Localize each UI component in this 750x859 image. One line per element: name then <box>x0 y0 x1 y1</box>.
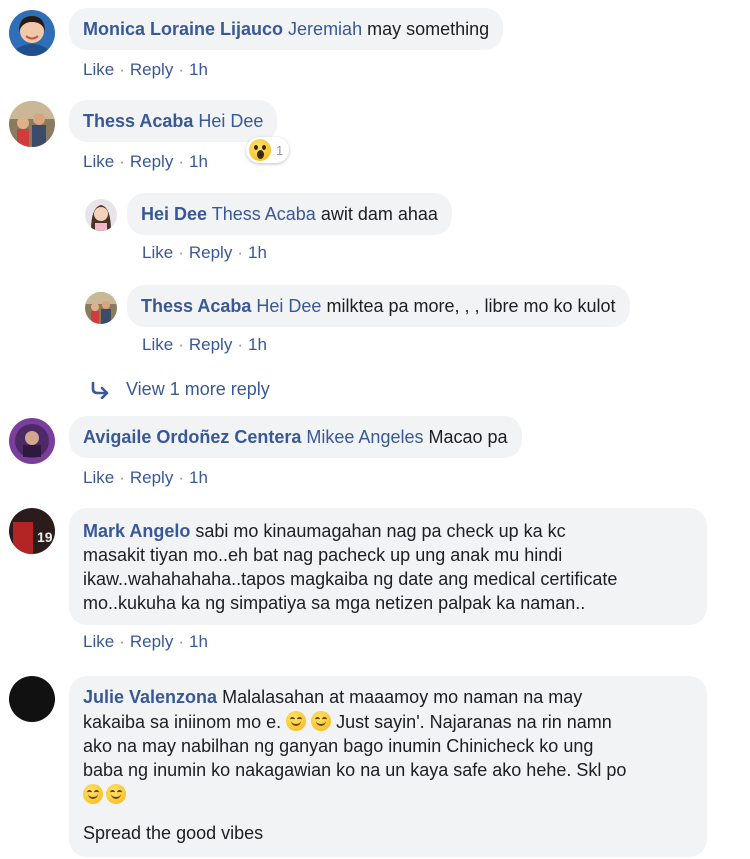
avatar[interactable]: 19 <box>9 508 55 554</box>
reply-link[interactable]: Reply <box>130 632 173 651</box>
comment-author[interactable]: Thess Acaba <box>141 296 251 316</box>
comment-actions: Like · Reply · 1h <box>83 152 208 171</box>
comment-mention[interactable]: Mikee Angeles <box>306 427 423 447</box>
reaction-badge[interactable]: 1 <box>246 137 290 163</box>
comment-mention[interactable]: Hei Dee <box>256 296 321 316</box>
comment-author[interactable]: Avigaile Ordoñez Centera <box>83 427 301 447</box>
reply-link[interactable]: Reply <box>130 60 173 79</box>
comment-text-line: Spread the good vibes <box>83 823 264 843</box>
comment-text: may something <box>367 19 490 39</box>
comment-text-line: kakaiba sa iniinom mo e. <box>83 712 282 732</box>
timestamp[interactable]: 1h <box>189 632 208 651</box>
timestamp[interactable]: 1h <box>189 60 208 79</box>
avatar[interactable] <box>9 101 55 147</box>
comment-author[interactable]: Mark Angelo <box>83 521 190 541</box>
comment-author[interactable]: Hei Dee <box>141 204 207 224</box>
timestamp[interactable]: 1h <box>248 243 267 262</box>
comment-text: milktea pa more, , , libre mo ko kulot <box>326 296 616 316</box>
svg-text:19: 19 <box>37 529 53 545</box>
comment-text-line: Just sayin'. Najaranas na rin namn <box>336 712 612 732</box>
reply-link[interactable]: Reply <box>130 468 173 487</box>
comment-bubble: Hei Dee Thess Acaba awit dam ahaa <box>127 193 452 235</box>
comment-text-line: ako na may nabilhan ng ganyan bago inumi… <box>83 736 594 756</box>
like-link[interactable]: Like <box>142 335 173 354</box>
comment-text-line: baba ng inumin ko nakagawian ko na un ka… <box>83 760 627 780</box>
like-link[interactable]: Like <box>83 152 114 171</box>
avatar[interactable] <box>9 676 55 722</box>
comment-bubble: Avigaile Ordoñez Centera Mikee Angeles M… <box>69 416 522 458</box>
view-more-label[interactable]: View 1 more reply <box>126 379 270 400</box>
comment-mention[interactable]: Jeremiah <box>288 19 362 39</box>
reply-arrow-icon <box>91 381 109 399</box>
comment-actions: Like · Reply · 1h <box>83 632 208 651</box>
timestamp[interactable]: 1h <box>248 335 267 354</box>
comment-text-line: masakit tiyan mo..eh bat nag pacheck up … <box>83 545 563 565</box>
comment-author[interactable]: Thess Acaba <box>83 111 193 131</box>
like-link[interactable]: Like <box>83 468 114 487</box>
comment-author[interactable]: Monica Loraine Lijauco <box>83 19 283 39</box>
view-more-replies-link[interactable]: View 1 more reply <box>90 379 270 400</box>
avatar[interactable] <box>85 199 117 231</box>
avatar[interactable] <box>85 292 117 324</box>
comment-author[interactable]: Julie Valenzona <box>83 687 217 707</box>
avatar[interactable] <box>9 10 55 56</box>
comment-text: Macao pa <box>428 427 508 447</box>
comment-actions: Like · Reply · 1h <box>83 468 208 487</box>
like-link[interactable]: Like <box>142 243 173 262</box>
comment-mention[interactable]: Hei Dee <box>198 111 263 131</box>
reply-link[interactable]: Reply <box>189 335 232 354</box>
comment-bubble: Mark Angelo sabi mo kinaumagahan nag pa … <box>69 508 707 625</box>
comment-actions: Like · Reply · 1h <box>83 60 208 79</box>
comment-text-line: mo..kukuha ka ng simpatiya sa mga netize… <box>83 593 586 613</box>
comment-text: awit dam ahaa <box>320 204 438 224</box>
comment-bubble: Monica Loraine Lijauco Jeremiah may some… <box>69 8 504 50</box>
smiling-face-emoji-icon <box>83 784 103 804</box>
comment-text-line: Malalasahan at maaamoy mo naman na may <box>222 687 583 707</box>
smiling-face-emoji-icon <box>311 711 332 731</box>
wow-emoji-icon <box>249 139 271 161</box>
comment-actions: Like · Reply · 1h <box>142 243 267 262</box>
timestamp[interactable]: 1h <box>189 468 208 487</box>
reply-link[interactable]: Reply <box>189 243 232 262</box>
timestamp[interactable]: 1h <box>189 152 208 171</box>
like-link[interactable]: Like <box>83 60 114 79</box>
comment-mention[interactable]: Thess Acaba <box>212 204 316 224</box>
reaction-count: 1 <box>276 142 284 158</box>
comment-actions: Like · Reply · 1h <box>142 335 267 354</box>
comment-text-line: ikaw..wahahahaha..tapos magkaiba ng date… <box>83 569 618 589</box>
smiling-face-emoji-icon <box>286 711 307 731</box>
comment-bubble: Julie Valenzona Malalasahan at maaamoy m… <box>69 676 707 857</box>
smiling-face-emoji-icon <box>106 784 126 804</box>
comment-bubble: Thess Acaba Hei Dee <box>69 100 278 142</box>
comment-text-line: sabi mo kinaumagahan nag pa check up ka … <box>195 521 566 541</box>
comment-bubble: Thess Acaba Hei Dee milktea pa more, , ,… <box>127 285 630 327</box>
reply-link[interactable]: Reply <box>130 152 173 171</box>
avatar[interactable] <box>9 418 55 464</box>
like-link[interactable]: Like <box>83 632 114 651</box>
